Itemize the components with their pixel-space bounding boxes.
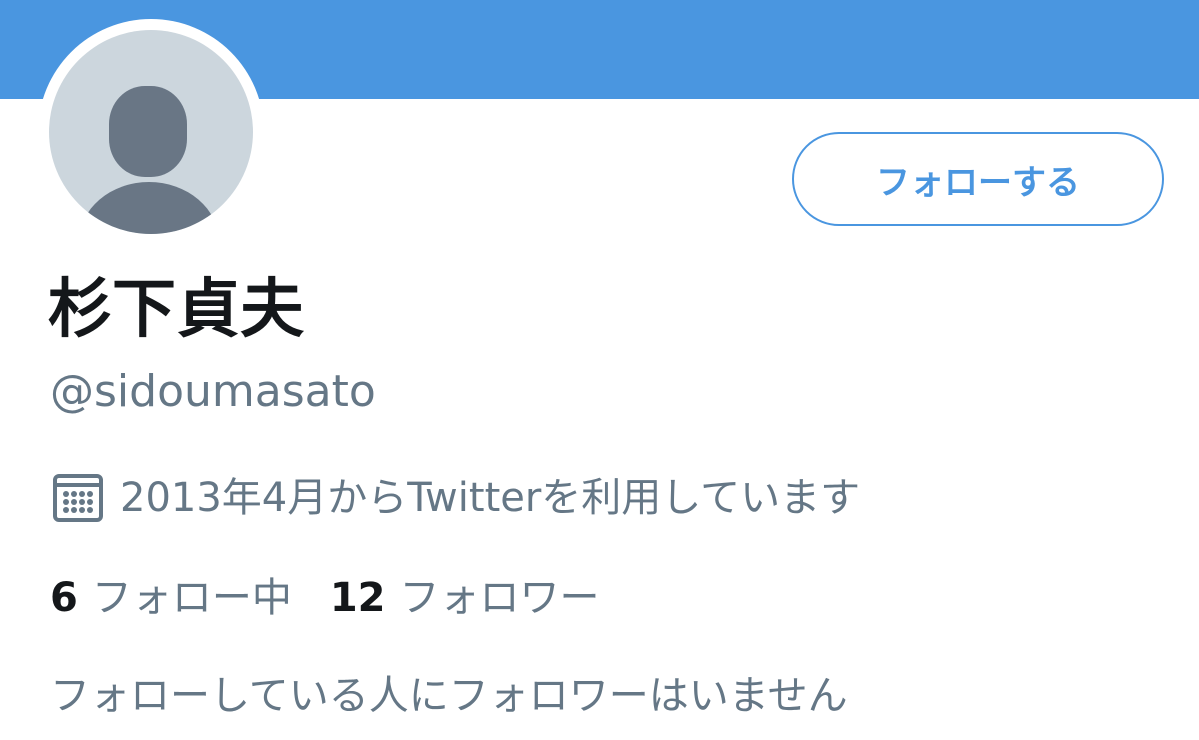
user-handle: @sidoumasato (50, 366, 376, 417)
followers-label: フォロワー (399, 575, 600, 621)
followers-link[interactable]: 12 フォロワー (330, 570, 600, 626)
follow-button[interactable]: フォローする (792, 132, 1164, 226)
profile-page: フォローする 杉下貞夫 @sidoumasato 2013年4月からTwitte… (0, 0, 1199, 740)
mutual-followers-notice: フォローしている人にフォロワーはいません (50, 673, 848, 719)
follow-stats: 6 フォロー中 12 フォロワー (50, 570, 638, 626)
followers-count: 12 (329, 575, 386, 621)
avatar[interactable] (38, 19, 264, 245)
following-count: 6 (50, 575, 78, 621)
joined-date: 2013年4月からTwitterを利用しています (50, 470, 860, 526)
default-user-icon (49, 30, 253, 234)
calendar-icon (50, 470, 106, 526)
joined-text: 2013年4月からTwitterを利用しています (120, 475, 861, 521)
following-link[interactable]: 6 フォロー中 (50, 570, 292, 626)
display-name: 杉下貞夫 (48, 273, 304, 347)
following-label: フォロー中 (91, 575, 292, 621)
